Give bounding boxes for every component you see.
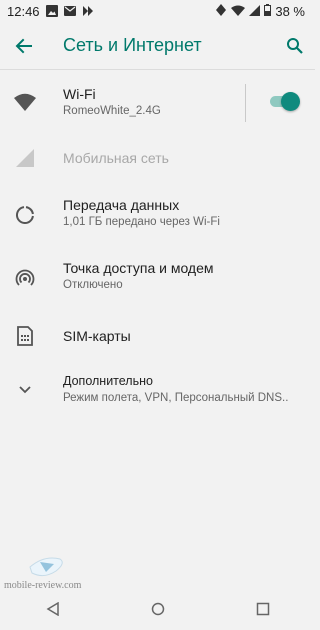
fast-forward-icon: [82, 5, 94, 17]
recents-icon: [256, 602, 269, 616]
status-bar: 12:46 38 %: [0, 0, 315, 22]
sim-cards-title: SIM-карты: [63, 328, 131, 344]
hotspot-status: Отключено: [63, 279, 123, 291]
signal-icon: [13, 146, 37, 170]
gallery-icon: [45, 5, 58, 17]
battery-level: 38 %: [275, 3, 305, 19]
nav-recents-button[interactable]: [243, 589, 283, 629]
data-usage-icon: [13, 203, 37, 227]
advanced-summary: Режим полета, VPN, Персональный DNS..: [63, 392, 289, 404]
wifi-icon: [13, 90, 37, 114]
list-item-data-usage[interactable]: Передача данных 1,01 ГБ передано через W…: [0, 183, 315, 247]
settings-list: Wi-Fi RomeoWhite_2.4G Мобильная сеть Пер…: [0, 71, 315, 419]
signal-icon: [249, 4, 261, 19]
home-icon: [151, 602, 164, 616]
toggle-thumb: [281, 92, 300, 111]
chevron-down-icon: [13, 378, 37, 402]
watermark: mobile-review.com: [4, 553, 84, 593]
nav-home-button[interactable]: [138, 589, 178, 629]
navigation-bar: [0, 588, 315, 630]
back-icon: [46, 602, 59, 616]
wifi-icon: [231, 4, 246, 19]
wifi-title: Wi-Fi: [63, 86, 96, 102]
hotspot-title: Точка доступа и модем: [63, 260, 214, 276]
watermark-logo: [29, 557, 63, 577]
advanced-title: Дополнительно: [63, 374, 153, 388]
app-bar: Сеть и Интернет: [0, 22, 315, 70]
status-bar-right: 38 %: [215, 3, 305, 19]
list-item-mobile-network[interactable]: Мобильная сеть: [0, 133, 315, 183]
wifi-network-name: RomeoWhite_2.4G: [63, 105, 161, 117]
data-usage-summary: 1,01 ГБ передано через Wi-Fi: [63, 216, 220, 228]
search-button[interactable]: [283, 34, 307, 58]
mobile-network-title: Мобильная сеть: [63, 150, 169, 166]
mail-icon: [63, 6, 76, 16]
divider: [245, 84, 246, 122]
arrow-back-icon: [15, 38, 32, 54]
hotspot-icon: [13, 267, 37, 291]
list-item-wifi[interactable]: Wi-Fi RomeoWhite_2.4G: [0, 71, 315, 133]
wifi-toggle[interactable]: [268, 92, 300, 112]
status-time: 12:46: [7, 3, 40, 19]
list-item-sim-cards[interactable]: SIM-карты: [0, 311, 315, 361]
sim-card-icon: [13, 324, 37, 348]
search-icon: [287, 38, 303, 54]
status-bar-left: 12:46: [7, 4, 94, 19]
nav-back-button[interactable]: [33, 589, 73, 629]
battery-icon: [264, 3, 272, 19]
page-title: Сеть и Интернет: [63, 35, 202, 55]
vibrate-icon: [215, 3, 227, 19]
list-item-hotspot[interactable]: Точка доступа и модем Отключено: [0, 247, 315, 311]
back-button[interactable]: [12, 34, 36, 58]
list-item-advanced[interactable]: Дополнительно Режим полета, VPN, Персона…: [0, 361, 315, 419]
data-usage-title: Передача данных: [63, 197, 180, 213]
